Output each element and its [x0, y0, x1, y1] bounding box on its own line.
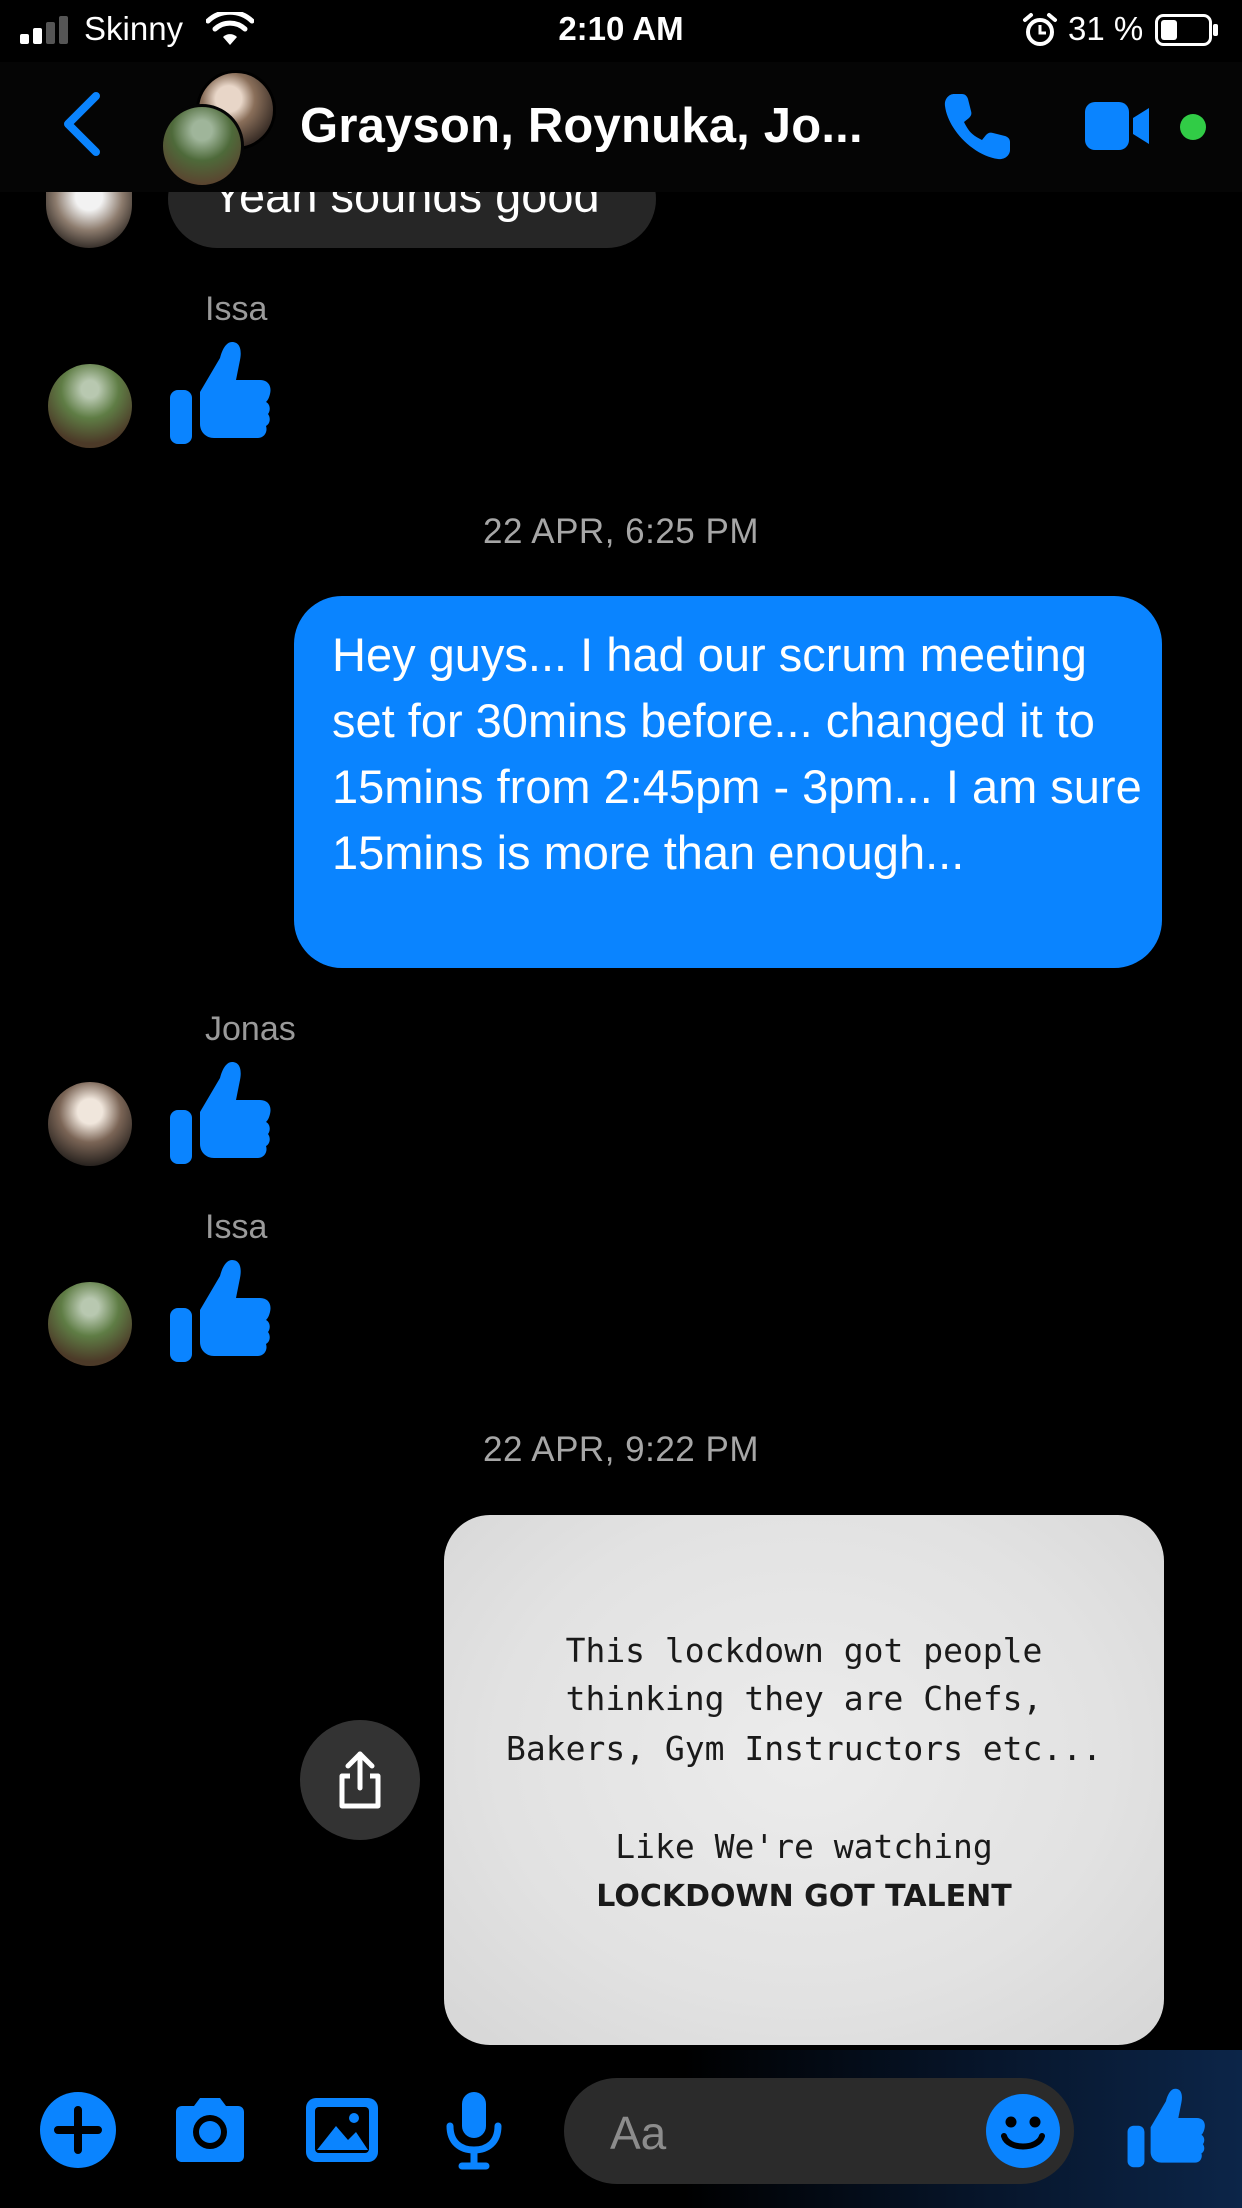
- sender-name: Issa: [205, 290, 268, 328]
- thumbs-up-icon[interactable]: [168, 340, 272, 446]
- sender-name: Issa: [205, 1208, 268, 1246]
- conversation-title[interactable]: Grayson, Roynuka, Jo...: [300, 98, 863, 154]
- image-text-line: LOCKDOWN GOT TALENT: [596, 1879, 1012, 1914]
- message-input-placeholder: Aa: [610, 2107, 667, 2159]
- battery-icon: [1155, 14, 1218, 46]
- plus-icon[interactable]: [38, 2090, 118, 2170]
- avatar[interactable]: [48, 364, 132, 448]
- sender-name: Jonas: [205, 1010, 296, 1048]
- avatar[interactable]: [46, 184, 132, 248]
- photo-gallery-icon[interactable]: [302, 2090, 382, 2170]
- image-text-line: This lockdown got people: [565, 1631, 1043, 1670]
- avatar[interactable]: [48, 1282, 132, 1366]
- phone-call-icon[interactable]: [940, 90, 1014, 164]
- image-message[interactable]: This lockdown got people thinking they a…: [444, 1515, 1164, 2045]
- video-call-icon[interactable]: [1085, 100, 1151, 152]
- thumbs-up-send-icon[interactable]: [1126, 2086, 1206, 2170]
- share-button[interactable]: [300, 1720, 420, 1840]
- image-text-line: Like We're watching: [615, 1827, 993, 1866]
- image-text-line: Bakers, Gym Instructors etc...: [505, 1729, 1103, 1768]
- emoji-icon[interactable]: [984, 2092, 1062, 2170]
- alarm-icon: [1023, 13, 1057, 46]
- camera-icon[interactable]: [170, 2090, 250, 2170]
- back-chevron-icon[interactable]: [60, 90, 104, 158]
- timestamp-divider: 22 APR, 6:25 PM: [483, 512, 759, 551]
- battery-percentage: 31 %: [1068, 10, 1144, 47]
- share-icon: [339, 1751, 381, 1809]
- online-status-dot: [1180, 114, 1206, 140]
- status-bar: Skinny 2:10 AM 31 %: [0, 0, 1242, 62]
- avatar[interactable]: [48, 1082, 132, 1166]
- message-text: Hey guys... I had our scrum meeting set …: [332, 628, 1142, 879]
- thumbs-up-icon[interactable]: [168, 1060, 272, 1166]
- image-text-line: thinking they are Chefs,: [565, 1679, 1043, 1718]
- microphone-icon[interactable]: [434, 2090, 514, 2170]
- timestamp-divider: 22 APR, 9:22 PM: [483, 1430, 759, 1469]
- group-avatar-secondary[interactable]: [160, 104, 244, 188]
- message-bubble-outgoing[interactable]: Hey guys... I had our scrum meeting set …: [294, 596, 1162, 968]
- thumbs-up-icon[interactable]: [168, 1258, 272, 1364]
